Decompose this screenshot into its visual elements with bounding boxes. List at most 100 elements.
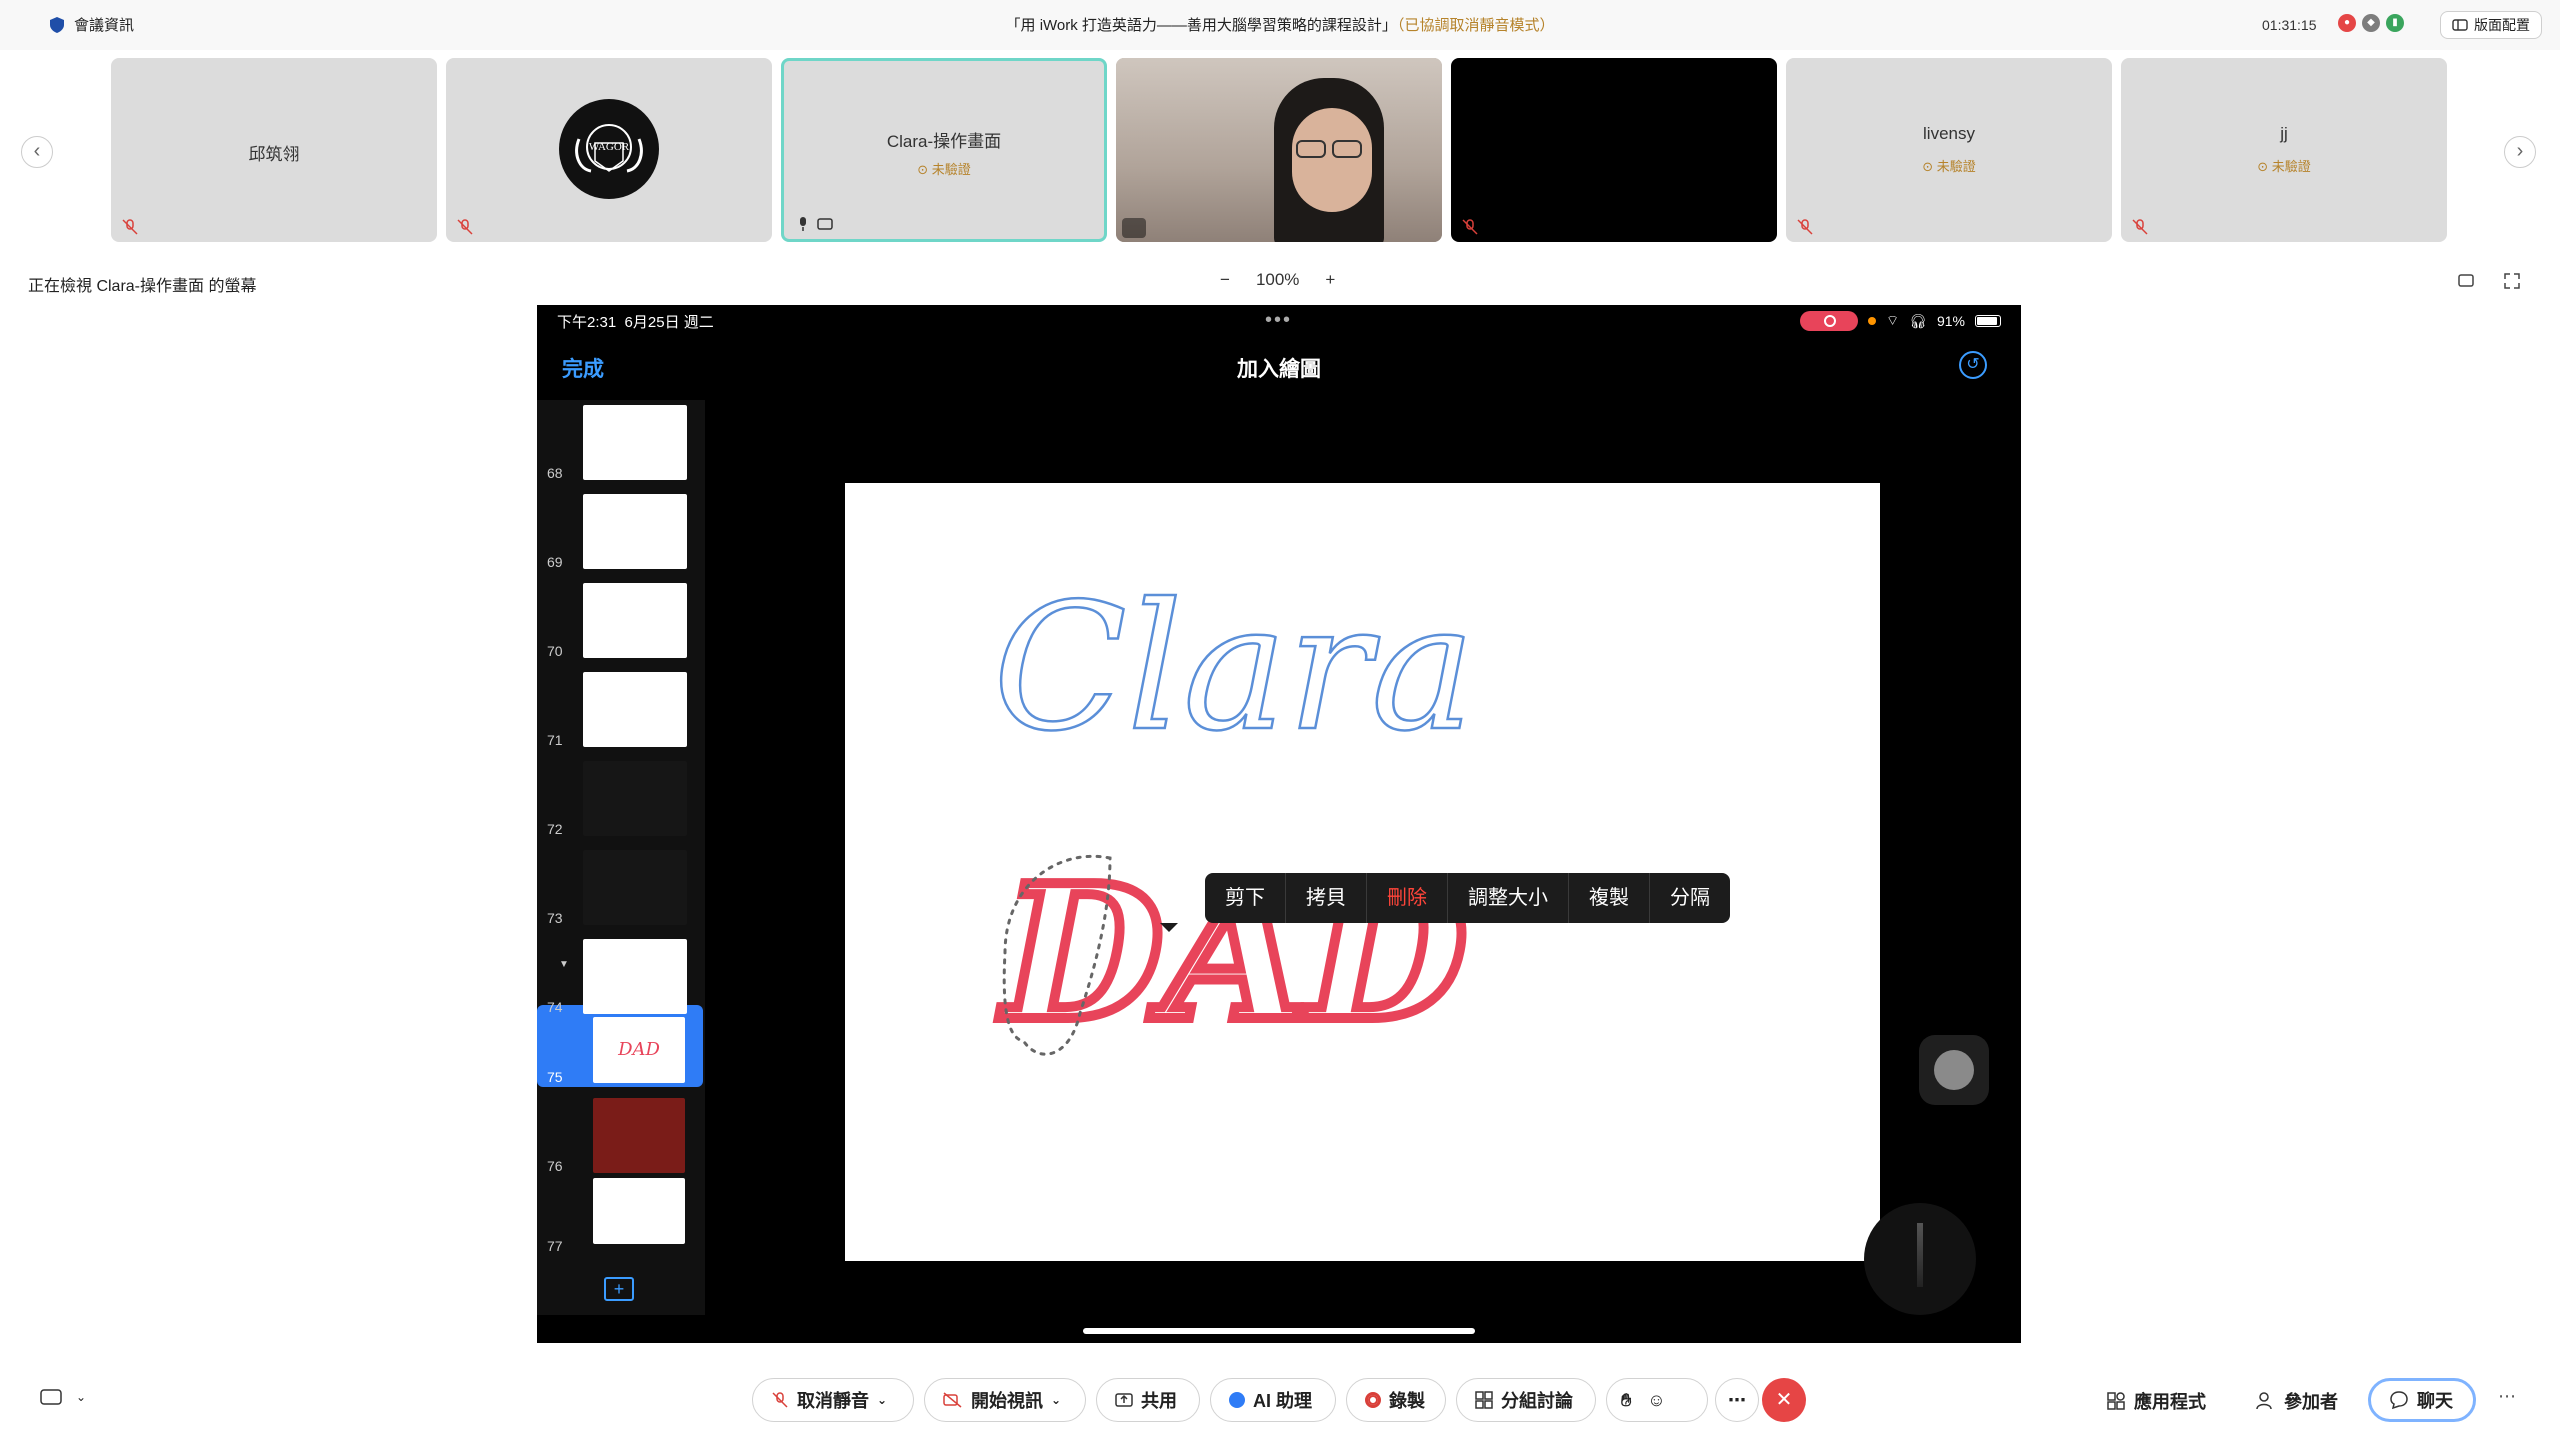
slide-navigator[interactable]: 68 69 70 71 72 73 ▼ 74 DAD 75 76 77 + (537, 400, 705, 1315)
participant-avatar: WAGOR (559, 99, 659, 199)
zoom-out-button[interactable]: − (1220, 270, 1230, 290)
fullscreen-icon[interactable] (2504, 273, 2520, 289)
ipad-title: 加入繪圖 (1237, 358, 1321, 381)
slide-number: 71 (547, 732, 563, 748)
shared-screen[interactable]: 下午2:31 6月25日 週二 ••• ⌔ 🎧︎ 91% 完成 加入繪圖 ↺ 6… (537, 305, 2021, 1343)
handwriting-drawing[interactable]: Clara DAD (845, 483, 1880, 1261)
chevron-left-icon: ‹ (33, 140, 41, 162)
participant-video-tile[interactable] (1116, 58, 1442, 242)
meeting-timer: 01:31:15 (2262, 17, 2317, 33)
menu-separate[interactable]: 分隔 (1650, 873, 1730, 923)
end-call-button[interactable]: ✕ (1762, 1378, 1806, 1422)
chevron-down-icon[interactable]: ⌄ (877, 1393, 887, 1407)
participant-tile-active[interactable]: Clara-操作畫面 ⊙ 未驗證 (781, 58, 1107, 242)
slide-number: 77 (547, 1238, 563, 1254)
chevron-down-icon: ⌄ (76, 1390, 87, 1404)
breakout-label: 分組討論 (1501, 1391, 1573, 1411)
slide-thumbnail[interactable] (583, 850, 687, 925)
share-screen-icon (1115, 1393, 1133, 1407)
share-button[interactable]: 共用 (1096, 1378, 1200, 1422)
slide-thumbnail[interactable] (583, 939, 687, 1014)
mic-muted-icon (1797, 219, 1813, 235)
ai-assistant-button[interactable]: AI 助理 (1210, 1378, 1336, 1422)
breakout-button[interactable]: 分組討論 (1456, 1378, 1596, 1422)
slide-number: 70 (547, 643, 563, 659)
ai-assistant-label: AI 助理 (1253, 1391, 1313, 1411)
apps-label: 應用程式 (2134, 1392, 2206, 1412)
security-icon[interactable]: ◆ (2362, 14, 2380, 32)
breakout-rooms-icon (1475, 1391, 1493, 1409)
participant-tile[interactable]: WAGOR (446, 58, 772, 242)
thumbnail-text: DAD (618, 1039, 660, 1060)
menu-cut[interactable]: 剪下 (1205, 873, 1286, 923)
zoom-level: 100% (1255, 270, 1300, 289)
record-button[interactable]: 錄製 (1346, 1378, 1446, 1422)
mic-badge-icon (1122, 218, 1146, 238)
disclosure-triangle-icon[interactable]: ▼ (559, 959, 569, 970)
handwriting-clara: Clara (993, 567, 1475, 770)
menu-delete[interactable]: 刪除 (1367, 873, 1448, 923)
unverified-label: ⊙ 未驗證 (2257, 159, 2311, 174)
participant-tile[interactable]: 邱筑翎 (111, 58, 437, 242)
slide-number: 74 (547, 999, 563, 1015)
raise-hand-icon[interactable]: ✋︎ (1621, 1390, 1631, 1411)
participant-tile[interactable]: livensy ⊙ 未驗證 (1786, 58, 2112, 242)
status-time: 下午2:31 (557, 314, 617, 331)
chat-button[interactable]: 聊天 (2368, 1378, 2476, 1422)
slide-thumbnail[interactable] (583, 494, 687, 569)
battery-level: 91% (1936, 313, 1965, 329)
more-options-button[interactable]: ⋯ (1715, 1378, 1759, 1422)
menu-resize[interactable]: 調整大小 (1448, 873, 1569, 923)
mic-muted-icon (2132, 219, 2148, 235)
slide-number: 73 (547, 910, 563, 926)
prev-participants-button[interactable]: ‹ (21, 136, 53, 168)
slide-thumbnail[interactable] (583, 405, 687, 480)
mic-muted-icon (772, 1392, 788, 1408)
start-video-button[interactable]: 開始視訊 ⌄ (924, 1378, 1086, 1422)
next-participants-button[interactable]: › (2504, 136, 2536, 168)
screen-record-icon (1800, 311, 1859, 331)
apps-button[interactable]: 應用程式 (2106, 1388, 2206, 1414)
menu-copy[interactable]: 拷貝 (1286, 873, 1367, 923)
chevron-down-icon[interactable]: ⌄ (1051, 1393, 1061, 1407)
participant-name: jj (2280, 124, 2288, 143)
record-label: 錄製 (1389, 1391, 1425, 1411)
slide-thumbnail[interactable] (593, 1098, 685, 1173)
participant-tile[interactable] (1451, 58, 1777, 242)
menu-duplicate[interactable]: 複製 (1569, 873, 1650, 923)
participant-name: 邱筑翎 (248, 145, 300, 164)
participant-video (1116, 58, 1442, 242)
zoom-controls: − 100% + (1220, 270, 1335, 290)
viewing-label: 正在檢視 Clara-操作畫面 的螢幕 (28, 278, 257, 295)
participant-tile[interactable]: jj ⊙ 未驗證 (2121, 58, 2447, 242)
slide-thumbnail[interactable] (583, 583, 687, 658)
captions-icon (40, 1389, 62, 1405)
meeting-title-text: 「用 iWork 打造英語力——善用大腦學習策略的課程設計」 (1005, 17, 1397, 34)
chat-bubble-icon (2390, 1391, 2408, 1410)
slide-thumbnail[interactable] (583, 761, 687, 836)
logo-text: WAGOR (588, 141, 630, 153)
zoom-in-button[interactable]: + (1325, 270, 1335, 290)
unmute-button[interactable]: 取消靜音 ⌄ (752, 1378, 914, 1422)
slide-number: 76 (547, 1158, 563, 1174)
emoji-reaction-icon[interactable]: ☺︎ (1647, 1390, 1665, 1411)
undo-icon[interactable]: ↺ (1959, 351, 1987, 379)
slide-thumbnail[interactable] (583, 672, 687, 747)
add-slide-button[interactable]: + (604, 1277, 634, 1301)
participants-button[interactable]: 參加者 (2256, 1388, 2338, 1414)
slide-thumbnail[interactable] (593, 1178, 685, 1244)
slide-thumbnail-selected[interactable]: DAD (593, 1017, 685, 1083)
overflow-menu-icon[interactable]: ⋯ (2498, 1386, 2516, 1407)
multitask-dots-icon[interactable]: ••• (1265, 309, 1292, 332)
slide-canvas[interactable]: Clara DAD 剪下 拷貝 刪除 調整大小 複製 分隔 (845, 483, 1880, 1261)
pop-out-icon[interactable] (2458, 273, 2476, 289)
assistive-touch-button[interactable] (1919, 1035, 1989, 1105)
mute-mode-note: （已協調取消靜音模式） (1396, 17, 1555, 34)
pencil-tool-icon[interactable] (1864, 1203, 1976, 1315)
start-video-label: 開始視訊 (971, 1391, 1043, 1411)
slide-number: 68 (547, 465, 563, 481)
captions-button[interactable]: ⌄ (40, 1388, 86, 1406)
layout-button[interactable]: 版面配置 (2440, 11, 2542, 39)
connection-signal-icon[interactable]: ▮ (2386, 14, 2404, 32)
recording-indicator-icon[interactable]: ● (2338, 14, 2356, 32)
